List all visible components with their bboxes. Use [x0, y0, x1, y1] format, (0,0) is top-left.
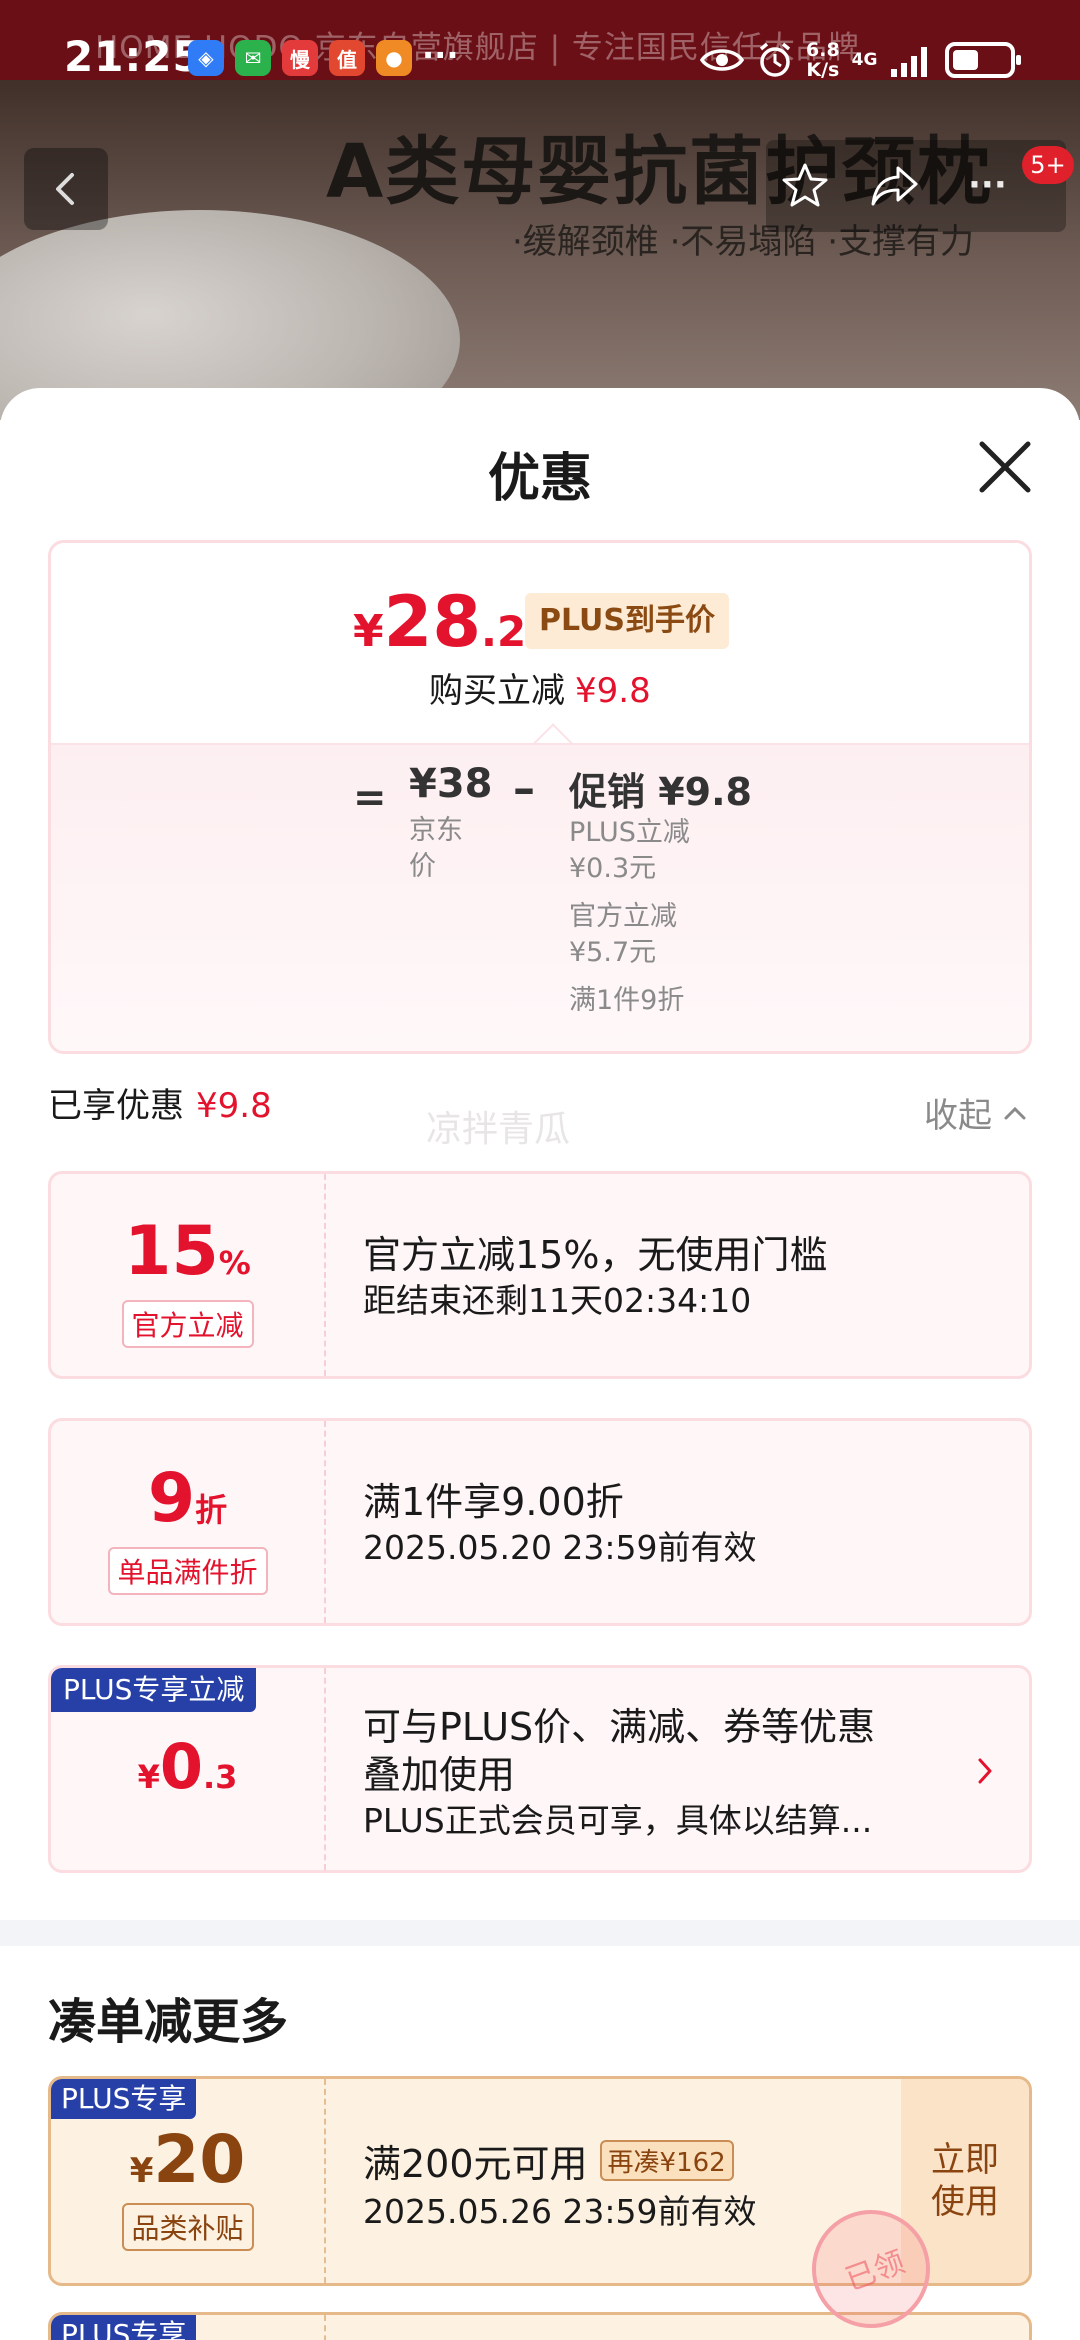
coupon-countdown: 距结束还剩11天02:34:10 [363, 1281, 752, 1320]
coupon-left: 9折 单品满件折 [51, 1421, 326, 1623]
buy-reduce-row: 购买立减 ¥9.8 [429, 663, 651, 712]
battery-fill [953, 50, 978, 70]
buy-reduce-value: ¥9.8 [575, 671, 651, 711]
favorite-star-icon[interactable] [780, 160, 830, 210]
collapse-label: 收起 [924, 1096, 992, 1136]
coupon-amount: ¥0.3 [51, 1730, 324, 1803]
coupon-title: 满200元可用 再凑¥162 [363, 2133, 734, 2188]
claimed-stamp-text: 已领 [841, 2244, 910, 2298]
coupon-validity: 2025.05.20 23:59前有效 [363, 1528, 757, 1567]
coupon-title: 满1件享9.00折 [363, 1480, 624, 1524]
close-icon[interactable] [976, 438, 1034, 496]
sheet-title: 优惠 [487, 449, 592, 509]
discount-sheet: 优惠 ¥28.2 PLUS到手价 购买立减 ¥9.8 = ¥38 京东价 – 促销… [0, 388, 1080, 2340]
wechat-icon: ✉ [235, 40, 271, 76]
coupon-amount-number: 0 [159, 1730, 203, 1803]
promo-item: ¥0.3元 [569, 853, 657, 884]
price-integer: 28 [383, 581, 482, 663]
price-decimal: .2 [481, 607, 527, 656]
price-symbol: ¥ [353, 606, 384, 657]
promo-item: ¥5.7元 [569, 937, 657, 968]
signal-icon [891, 47, 928, 77]
app-zhi-icon: 值 [329, 40, 365, 76]
plus-corner-label: PLUS专享 [51, 2315, 197, 2340]
price-summary-card: ¥28.2 PLUS到手价 购买立减 ¥9.8 = ¥38 京东价 – 促销 ¥9… [48, 540, 1032, 1054]
coupon-tag: 品类补贴 [121, 2203, 254, 2251]
plus-corner-label: PLUS专享 [51, 2079, 197, 2119]
minus-sign: – [513, 763, 535, 814]
coupon-currency: ¥ [137, 1758, 160, 1796]
enjoyed-value: ¥9.8 [196, 1086, 272, 1126]
shield-app-icon: ◈ [188, 40, 224, 76]
app-man-icon: 慢 [282, 40, 318, 76]
network-type: 4G [851, 50, 878, 70]
coupon-amount-unit: % [218, 1244, 251, 1282]
coupon-amount: 15% [51, 1212, 324, 1291]
promo-item: 官方立减 [569, 901, 677, 932]
watermark: 凉拌青瓜 [426, 1109, 571, 1150]
coupon-tag: 单品满件折 [107, 1547, 268, 1595]
enjoyed-label: 已享优惠 [48, 1086, 184, 1126]
network-speed: 6.8 K/s [806, 40, 840, 80]
plus-corner-label: PLUS专享立减 [51, 1668, 257, 1712]
clock: 21:25 [64, 32, 203, 81]
coupon-amount-number: 9 [147, 1459, 196, 1538]
status-app-icons: ◈ ✉ 慢值 ● [188, 40, 412, 76]
coupon-left: 15% 官方立减 [51, 1174, 326, 1376]
claimed-stamp: 已领 [812, 2210, 930, 2328]
equals-sign: = [353, 775, 387, 821]
enjoyed-discount: 已享优惠 ¥9.8 [48, 1078, 272, 1127]
coupon-title-cont: 叠加使用 [363, 1753, 516, 1797]
summary-top: ¥28.2 PLUS到手价 购买立减 ¥9.8 [51, 543, 1029, 743]
add-more-tag: 再凑¥162 [599, 2140, 734, 2181]
coupon-validity: 2025.05.26 23:59前有效 [363, 2192, 757, 2231]
coupon-amount: 9折 [51, 1459, 324, 1538]
coupon-title: 可与PLUS价、满减、券等优惠 [363, 1705, 876, 1749]
promo-total: 促销 ¥9.8 [569, 770, 752, 814]
plus-final-price: ¥28.2 [353, 581, 526, 663]
coupon-amount: ¥20 [51, 2121, 324, 2198]
chevron-up-icon [1004, 1106, 1026, 1119]
coupon-amount-number: 20 [153, 2121, 246, 2198]
back-button[interactable] [24, 148, 108, 230]
coupon-note: PLUS正式会员可享，具体以结算... [363, 1801, 873, 1840]
app-orange-icon: ● [376, 40, 412, 76]
alarm-icon [759, 42, 791, 77]
coupon-tag: 官方立减 [121, 1300, 254, 1348]
promo-item: 满1件9折 [569, 985, 685, 1016]
coupon-plus-reduce[interactable]: ¥0.3 PLUS专享立减 可与PLUS价、满减、券等优惠 叠加使用 PLUS正… [48, 1665, 1032, 1873]
section-title: 凑单减更多 [48, 1994, 289, 2050]
coupon-amount-number: 15 [124, 1212, 219, 1291]
use-now-label: 立即使用 [931, 2140, 999, 2222]
coupon-official-discount: 15% 官方立减 官方立减15%，无使用门槛 距结束还剩11天02:34:10 [48, 1171, 1032, 1379]
chevron-left-icon [56, 173, 74, 205]
coupon-amount-decimal: .3 [202, 1758, 238, 1796]
jd-price: ¥38 [409, 761, 493, 807]
coupon-single-item-discount: 9折 单品满件折 满1件享9.00折 2025.05.20 23:59前有效 [48, 1418, 1032, 1626]
battery-icon [945, 42, 1022, 78]
notification-badge: 5+ [1022, 146, 1074, 184]
eye-icon [700, 49, 744, 71]
price-breakdown: = ¥38 京东价 – 促销 ¥9.8 PLUS立减 ¥0.3元 官方立减 ¥5… [51, 743, 1029, 1051]
network-speed-unit: K/s [806, 59, 840, 81]
plus-price-tag: PLUS到手价 [525, 593, 730, 649]
promo-item: PLUS立减 [569, 817, 690, 848]
coupon-title: 官方立减15%，无使用门槛 [363, 1233, 828, 1277]
share-icon[interactable] [868, 160, 922, 210]
coupon-currency: ¥ [129, 2151, 154, 2191]
more-menu-icon[interactable]: ··· [968, 165, 1007, 205]
jd-price-label: 京东价 [409, 815, 463, 882]
coupon-threshold: 满200元可用 [363, 2142, 588, 2186]
section-divider [0, 1920, 1080, 1946]
network-speed-value: 6.8 [806, 39, 840, 61]
status-right: 6.8 K/s 4G [700, 38, 1022, 82]
collapse-button[interactable]: 收起 [924, 1088, 1028, 1137]
chevron-right-icon [978, 1758, 992, 1784]
status-bar: 21:25 ◈ ✉ 慢值 ● ··· 6.8 K/s 4G [0, 0, 1080, 82]
coupon-amount-unit: 折 [195, 1491, 228, 1529]
more-notifications-icon: ··· [422, 36, 459, 74]
buy-reduce-label: 购买立减 [429, 671, 565, 711]
